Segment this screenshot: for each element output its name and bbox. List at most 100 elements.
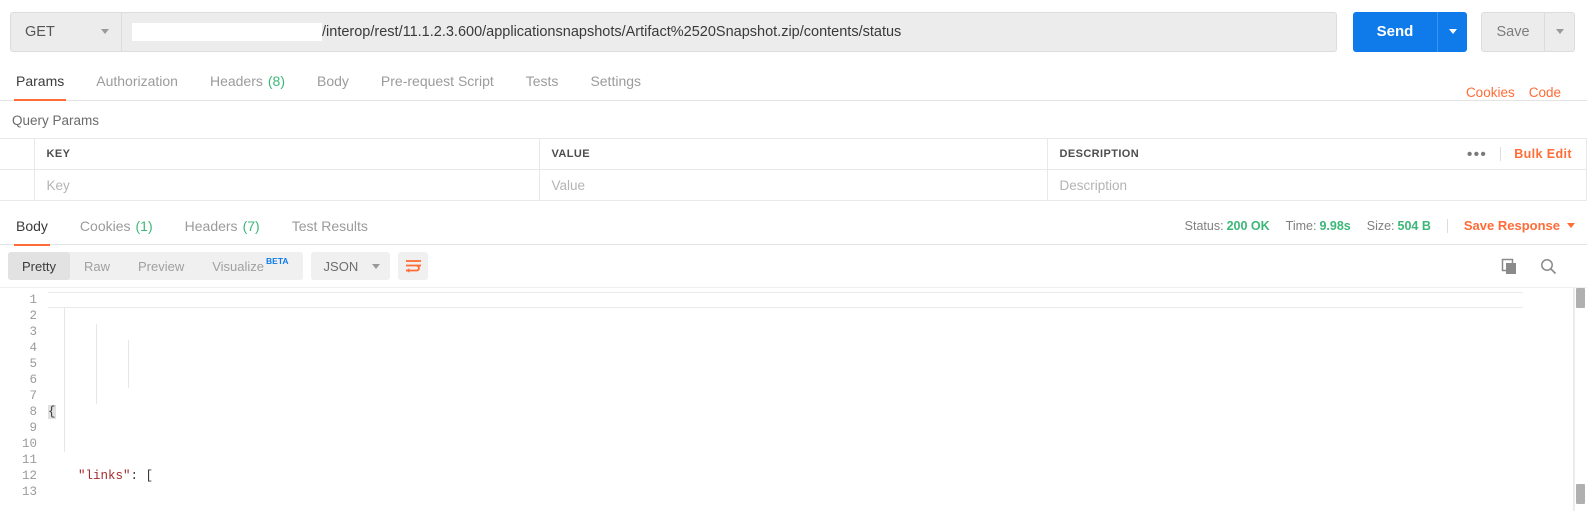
request-tabs-actions: Cookies Code [1466, 85, 1575, 100]
response-meta: Status: 200 OK Time: 9.98s Size: 504 B Save… [1185, 218, 1587, 233]
time-value: 9.98s [1319, 218, 1351, 233]
postman-request-response-view: GET /interop/rest/11.1.2.3.600/applicati… [0, 0, 1587, 511]
tab-label: Body [317, 73, 349, 89]
view-mode-raw[interactable]: Raw [70, 252, 124, 280]
table-header-row: KEY VALUE DESCRIPTION ••• Bulk Edit [0, 138, 1587, 170]
tab-count-badge: (1) [135, 217, 153, 234]
viewer-actions [1501, 258, 1577, 275]
chevron-down-icon [1567, 223, 1575, 228]
row-checkbox-cell[interactable] [0, 169, 35, 201]
send-button-group: Send [1353, 11, 1467, 52]
chevron-down-icon [1448, 29, 1457, 34]
tab-label: Body [16, 217, 48, 234]
column-header-value: VALUE [539, 138, 1048, 170]
view-mode-preview[interactable]: Preview [124, 252, 198, 280]
param-value-input[interactable]: Value [539, 169, 1048, 201]
beta-badge: BETA [266, 256, 289, 266]
tab-body[interactable]: Body [301, 62, 365, 100]
line-number: 5 [29, 357, 37, 371]
bulk-edit-button[interactable]: Bulk Edit [1514, 147, 1572, 161]
tab-pre-request-script[interactable]: Pre-request Script [365, 62, 510, 100]
line-number: 3 [29, 325, 37, 339]
line-number: 9 [29, 421, 37, 435]
cookies-link[interactable]: Cookies [1466, 85, 1515, 100]
divider [1500, 147, 1502, 161]
view-mode-label: Raw [83, 258, 110, 274]
http-method-select[interactable]: GET [10, 11, 122, 52]
size-badge: Size: 504 B [1367, 219, 1431, 233]
tab-label: Headers [209, 73, 263, 89]
code-line: { [48, 404, 1587, 420]
line-number: 4 [29, 341, 37, 355]
view-mode-visualize[interactable]: Visualize BETA [198, 252, 302, 280]
response-body-viewer[interactable]: 1 2 3 4 5 6 7 8 9 10 11 12 13 { "links":… [0, 287, 1587, 511]
tab-params[interactable]: Params [0, 62, 80, 101]
response-tab-test-results[interactable]: Test Results [276, 207, 384, 245]
request-url-input[interactable]: /interop/rest/11.1.2.3.600/applicationsn… [122, 11, 1337, 52]
chevron-down-icon [101, 29, 109, 34]
time-badge: Time: 9.98s [1286, 219, 1351, 233]
search-icon[interactable] [1540, 258, 1557, 275]
line-number: 2 [29, 309, 37, 323]
select-all-column [0, 138, 35, 170]
tab-headers[interactable]: Headers (8) [194, 62, 301, 100]
tab-authorization[interactable]: Authorization [80, 62, 194, 100]
line-number: 12 [21, 469, 37, 483]
param-description-input[interactable]: Description [1047, 169, 1587, 201]
tab-label: Cookies [79, 217, 131, 234]
response-tab-headers[interactable]: Headers (7) [169, 207, 276, 245]
query-params-table: KEY VALUE DESCRIPTION ••• Bulk Edit Key … [0, 138, 1587, 201]
column-header-key: KEY [34, 138, 540, 170]
size-value: 504 B [1397, 218, 1431, 233]
request-tabs: Params Authorization Headers (8) Body Pr… [0, 63, 1587, 101]
param-key-input[interactable]: Key [34, 169, 540, 201]
line-number: 11 [21, 453, 37, 467]
vertical-scrollbar[interactable] [1574, 288, 1587, 511]
tab-settings[interactable]: Settings [574, 62, 657, 100]
status-value: 200 OK [1226, 218, 1270, 233]
save-response-button[interactable]: Save Response [1464, 218, 1575, 233]
size-label: Size: [1366, 218, 1395, 233]
tab-tests[interactable]: Tests [510, 62, 575, 100]
code-line: "links": [ [48, 468, 1587, 484]
copy-icon[interactable] [1501, 258, 1518, 275]
scrollbar-thumb-bottom[interactable] [1576, 484, 1585, 504]
send-button[interactable]: Send [1353, 11, 1437, 52]
indent-guide [128, 340, 129, 388]
response-tab-cookies[interactable]: Cookies (1) [64, 207, 169, 245]
view-mode-group: Pretty Raw Preview Visualize BETA [8, 252, 303, 280]
view-mode-label: Preview [137, 258, 185, 274]
send-options-button[interactable] [1437, 11, 1467, 52]
save-button[interactable]: Save [1481, 11, 1545, 52]
response-tab-body[interactable]: Body [0, 207, 64, 246]
line-number: 10 [21, 437, 37, 451]
status-badge: Status: 200 OK [1185, 219, 1270, 233]
code-token: : [130, 469, 146, 483]
line-number: 13 [21, 485, 37, 499]
tab-label: Headers [184, 217, 238, 234]
divider [1446, 218, 1448, 233]
line-number: 7 [29, 389, 37, 403]
description-column-actions: ••• Bulk Edit [1467, 147, 1572, 162]
column-header-description-label: DESCRIPTION [1059, 148, 1140, 160]
status-label: Status: [1184, 218, 1224, 233]
tab-label: Authorization [96, 73, 178, 89]
save-options-button[interactable] [1545, 11, 1575, 52]
indent-guide [96, 324, 97, 404]
response-format-label: JSON [323, 258, 359, 274]
json-code-content[interactable]: { "links": [ { "href": "/interop/rest/11… [48, 288, 1587, 511]
scrollbar-thumb-top[interactable] [1576, 288, 1585, 308]
line-number: 1 [29, 293, 37, 307]
more-options-icon[interactable]: ••• [1467, 147, 1487, 162]
response-tabs: Body Cookies (1) Headers (7) Test Result… [0, 207, 1587, 246]
tab-count-badge: (8) [267, 73, 285, 89]
word-wrap-icon[interactable] [398, 252, 429, 280]
json-key: "links" [78, 469, 131, 483]
line-number-gutter: 1 2 3 4 5 6 7 8 9 10 11 12 13 [0, 288, 48, 511]
response-format-select[interactable]: JSON [310, 252, 391, 280]
request-url-text: /interop/rest/11.1.2.3.600/applicationsn… [322, 23, 902, 40]
view-mode-pretty[interactable]: Pretty [8, 252, 70, 280]
tab-count-badge: (7) [242, 217, 260, 234]
table-row[interactable]: Key Value Description [0, 169, 1587, 201]
code-link[interactable]: Code [1529, 85, 1561, 100]
